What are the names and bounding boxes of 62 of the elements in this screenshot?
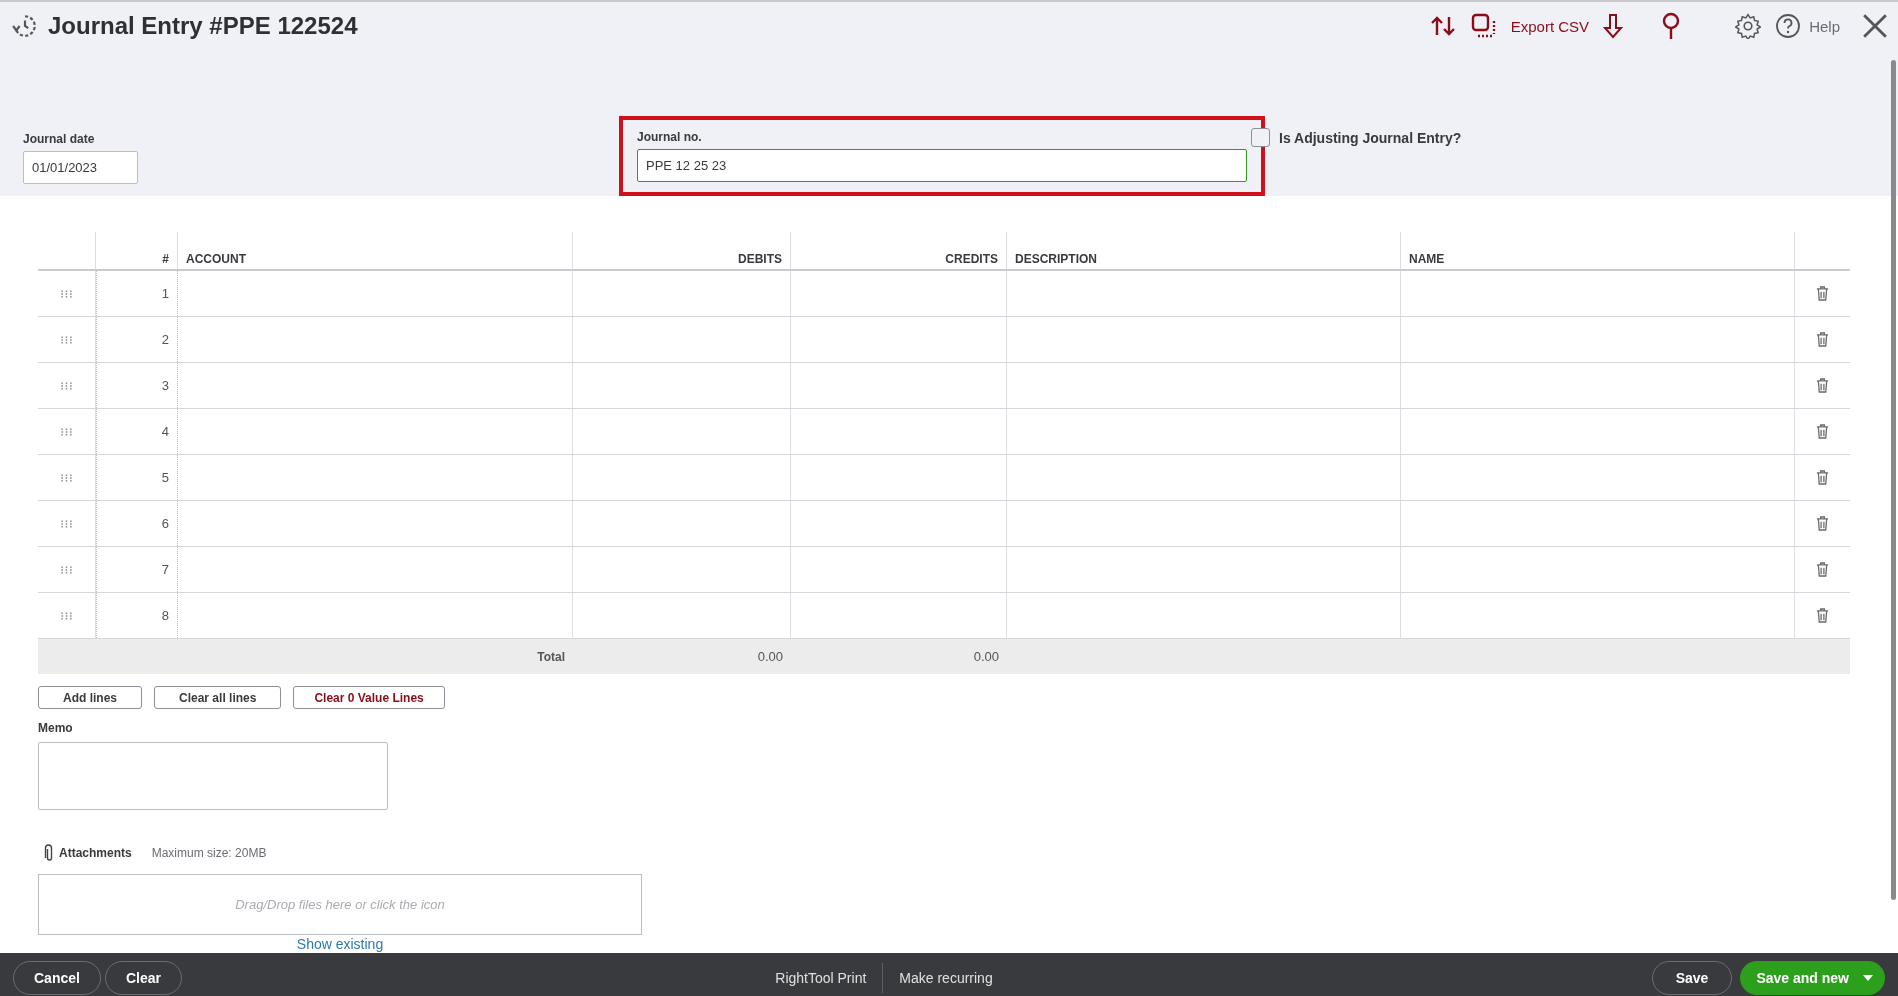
pin-icon[interactable] [1661, 12, 1682, 40]
trash-icon[interactable] [1816, 332, 1829, 347]
column-header: # [96, 232, 178, 269]
page-title: Journal Entry #PPE 122524 [48, 12, 358, 40]
column-header: DESCRIPTION [1007, 232, 1401, 269]
trash-icon[interactable] [1816, 378, 1829, 393]
drag-handle-icon[interactable] [61, 381, 72, 390]
column-header: CREDITS [791, 232, 1007, 269]
drag-handle-icon[interactable] [61, 565, 72, 574]
trash-icon[interactable] [1816, 562, 1829, 577]
column-header: DEBITS [573, 232, 791, 269]
help-icon[interactable] [1775, 13, 1802, 39]
help-link[interactable]: Help [1809, 17, 1840, 35]
total-credits: 0.00 [972, 648, 1000, 666]
paperclip-icon[interactable] [44, 844, 55, 862]
column-header: ACCOUNT [178, 232, 573, 269]
memo-field[interactable] [38, 742, 388, 810]
download-arrow-icon[interactable] [1603, 13, 1624, 39]
drag-handle-icon[interactable] [61, 427, 72, 436]
scrollbar[interactable] [1891, 60, 1896, 900]
total-label: Total [536, 648, 566, 666]
line-number: 7 [96, 547, 178, 592]
drag-handle-icon[interactable] [61, 519, 72, 528]
dropdown-caret-icon[interactable] [1863, 975, 1873, 981]
footer-link[interactable]: RightTool Print [775, 970, 867, 986]
footer-link[interactable]: Make recurring [899, 970, 993, 986]
total-debits: 0.00 [756, 648, 784, 666]
trash-icon[interactable] [1816, 608, 1829, 623]
line-number: 1 [96, 271, 178, 316]
journal-number-field[interactable]: PPE 12 25 23 [637, 149, 1247, 182]
checkbox-label: Is Adjusting Journal Entry? [1279, 129, 1462, 146]
drag-handle-icon[interactable] [61, 611, 72, 620]
settings-icon[interactable] [1735, 13, 1762, 39]
line-number: 3 [96, 363, 178, 408]
line-number: 8 [96, 593, 178, 638]
line-action-button[interactable]: Clear 0 Value Lines [293, 686, 445, 709]
column-header: NAME [1401, 232, 1795, 269]
field-label: Journal date [23, 132, 96, 146]
trash-icon[interactable] [1816, 286, 1829, 301]
max-size-note: Maximum size: 20MB [151, 846, 267, 860]
line-number: 6 [96, 501, 178, 546]
line-action-button[interactable]: Add lines [38, 686, 142, 709]
trash-icon[interactable] [1816, 516, 1829, 531]
trash-icon[interactable] [1816, 424, 1829, 439]
copy-icon[interactable] [1470, 13, 1497, 39]
show-existing-link[interactable]: Show existing [296, 936, 384, 952]
trash-icon[interactable] [1816, 470, 1829, 485]
close-icon[interactable] [1862, 13, 1888, 39]
export-csv-link[interactable]: Export CSV [1510, 17, 1590, 35]
drag-handle-icon[interactable] [61, 335, 72, 344]
history-icon[interactable] [12, 13, 38, 39]
date-field[interactable]: 01/01/2023 [23, 151, 138, 184]
line-number: 5 [96, 455, 178, 500]
line-action-button[interactable]: Clear all lines [154, 686, 282, 709]
checkbox[interactable] [1251, 128, 1270, 147]
attachments-label: Attachments [59, 846, 132, 860]
line-number: 4 [96, 409, 178, 454]
memo-label: Memo [38, 721, 74, 735]
line-number: 2 [96, 317, 178, 362]
drag-handle-icon[interactable] [61, 473, 72, 482]
drag-handle-icon[interactable] [61, 289, 72, 298]
field-label: Journal no. [637, 130, 703, 144]
